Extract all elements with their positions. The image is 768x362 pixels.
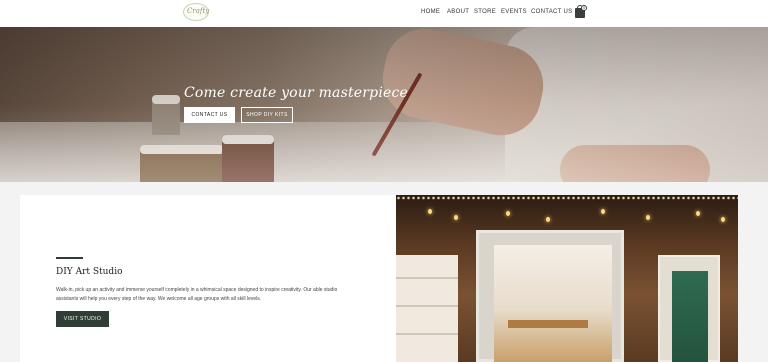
shelf bbox=[396, 333, 458, 335]
nav-item-home[interactable]: HOME bbox=[421, 9, 440, 15]
studio-photo bbox=[396, 195, 738, 362]
light-bulb bbox=[546, 217, 550, 222]
shop-diy-kits-button[interactable]: SHOP DIY KITS bbox=[241, 107, 293, 123]
light-bulb bbox=[696, 211, 700, 216]
light-bulb bbox=[428, 209, 432, 214]
visit-studio-button[interactable]: VISIT STUDIO bbox=[56, 311, 109, 327]
nav-item-events[interactable]: EVENTS bbox=[501, 9, 527, 15]
site-header: Crafty HOME ABOUT STORE EVENTS CONTACT U… bbox=[0, 0, 768, 27]
light-bulb bbox=[646, 215, 650, 220]
page: Crafty HOME ABOUT STORE EVENTS CONTACT U… bbox=[0, 0, 768, 362]
section-divider bbox=[56, 257, 83, 259]
nav-item-store[interactable]: STORE bbox=[474, 9, 496, 15]
light-bulb bbox=[601, 209, 605, 214]
studio-table bbox=[508, 320, 588, 328]
studio-interior bbox=[494, 245, 612, 362]
cart-count: 0 bbox=[583, 5, 586, 10]
hero-overlay bbox=[0, 27, 768, 182]
studio-title: DIY Art Studio bbox=[56, 267, 123, 277]
light-bulb bbox=[721, 217, 725, 222]
light-bulb bbox=[506, 211, 510, 216]
green-wall bbox=[672, 271, 708, 362]
light-bulb bbox=[454, 215, 458, 220]
hero-banner: Come create your masterpiece CONTACT US … bbox=[0, 27, 768, 182]
studio-description: Walk-in, pick up an activity and immerse… bbox=[56, 287, 338, 302]
nav-item-about[interactable]: ABOUT bbox=[447, 9, 469, 15]
string-lights bbox=[396, 195, 738, 207]
shelf bbox=[396, 277, 458, 279]
contact-us-button[interactable]: CONTACT US bbox=[184, 107, 235, 123]
shelf bbox=[396, 305, 458, 307]
main-nav: HOME ABOUT STORE EVENTS CONTACT US bbox=[0, 9, 768, 19]
hero-title: Come create your masterpiece bbox=[184, 85, 409, 101]
nav-item-contact-us[interactable]: CONTACT US bbox=[531, 9, 572, 15]
studio-shelves bbox=[396, 255, 458, 362]
studio-card: DIY Art Studio Walk-in, pick up an activ… bbox=[20, 195, 396, 362]
cart-count-badge: 0 bbox=[581, 5, 587, 11]
